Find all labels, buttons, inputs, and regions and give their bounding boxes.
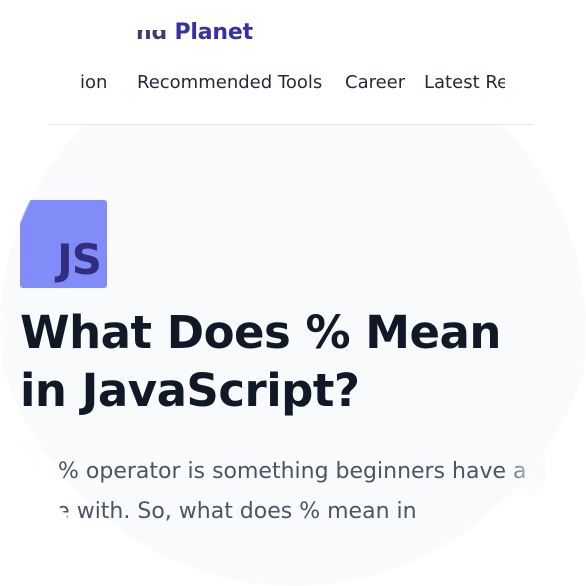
fade-mask-right xyxy=(505,455,545,495)
header-divider xyxy=(48,124,534,125)
logo-text: JS xyxy=(57,235,102,284)
main-nav: ion Recommended Tools Career Latest Re xyxy=(0,72,505,98)
brand-name: Planet xyxy=(174,20,253,45)
excerpt-text: % operator is something beginners have a… xyxy=(20,459,527,524)
brand-prefix: nd xyxy=(136,20,168,45)
javascript-logo-icon: JS xyxy=(20,200,107,288)
site-logo[interactable]: nd Planet xyxy=(136,20,253,45)
page: nd Planet ion Recommended Tools Career L… xyxy=(0,0,586,586)
article-excerpt: % operator is something beginners have a… xyxy=(20,452,530,532)
article-title: What Does % Mean in JavaScript? xyxy=(20,306,501,417)
nav-item-partial-left[interactable]: ion xyxy=(80,72,107,93)
nav-item-recommended-tools[interactable]: Recommended Tools xyxy=(137,72,322,93)
nav-item-latest[interactable]: Latest Re xyxy=(424,72,505,93)
nav-item-career[interactable]: Career xyxy=(345,72,405,93)
fade-mask-left xyxy=(0,440,40,586)
